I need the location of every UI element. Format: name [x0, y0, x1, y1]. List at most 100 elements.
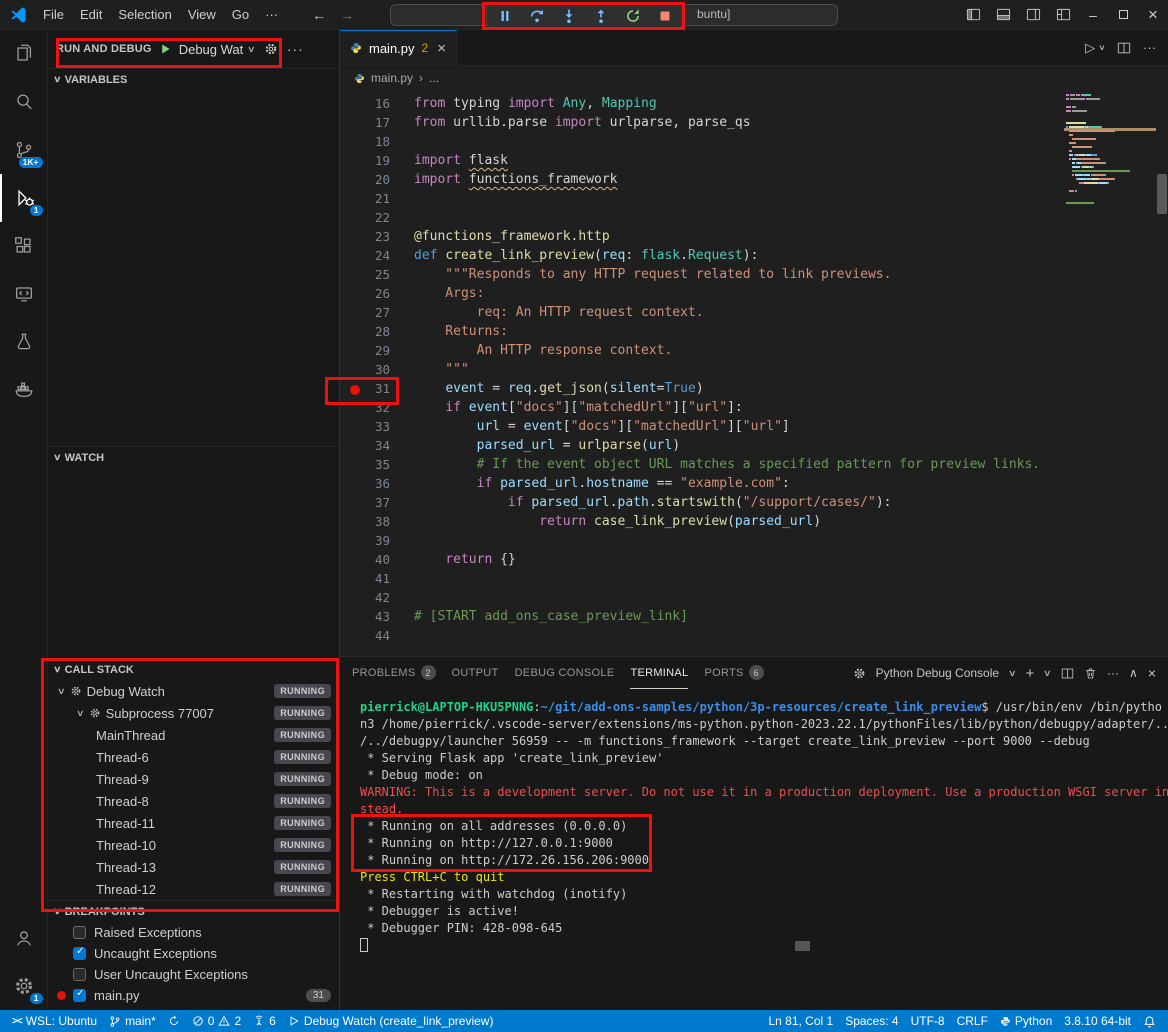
menu-[interactable]: ··· — [257, 7, 286, 22]
problems-status[interactable]: 0 2 — [186, 1010, 247, 1032]
callstack-row-thread-12[interactable]: Thread-12RUNNING — [48, 878, 339, 900]
gutter-line-30[interactable]: 30 — [340, 362, 404, 378]
gutter-line-43[interactable]: 43 — [340, 609, 404, 625]
settings-gear-icon[interactable]: 1 — [0, 962, 48, 1010]
indentation[interactable]: Spaces: 4 — [839, 1014, 904, 1028]
gutter-line-34[interactable]: 34 — [340, 438, 404, 454]
sidebar-more-icon[interactable]: ··· — [287, 41, 304, 57]
close-button[interactable]: × — [1138, 0, 1168, 29]
encoding[interactable]: UTF-8 — [905, 1014, 951, 1028]
editor-scrollbar-thumb[interactable] — [1157, 174, 1167, 214]
code-line-23[interactable]: 23@functions_framework.http — [340, 227, 1168, 246]
gutter-line-36[interactable]: 36 — [340, 476, 404, 492]
callstack-row-thread-8[interactable]: Thread-8RUNNING — [48, 790, 339, 812]
cursor-position[interactable]: Ln 81, Col 1 — [762, 1014, 839, 1028]
gutter-line-40[interactable]: 40 — [340, 552, 404, 568]
gutter-line-38[interactable]: 38 — [340, 514, 404, 530]
restart-button[interactable] — [618, 5, 648, 27]
panel-more-icon[interactable]: ··· — [1107, 666, 1119, 680]
nav-back-icon[interactable]: ← — [312, 7, 326, 23]
callstack-row-thread-6[interactable]: Thread-6RUNNING — [48, 746, 339, 768]
callstack-row-thread-10[interactable]: Thread-10RUNNING — [48, 834, 339, 856]
code-line-37[interactable]: 37 if parsed_url.path.startswith("/suppo… — [340, 493, 1168, 512]
code-line-31[interactable]: 31 event = req.get_json(silent=True) — [340, 379, 1168, 398]
variables-section-header[interactable]: ∨VARIABLES — [48, 68, 339, 90]
step-into-button[interactable] — [554, 5, 584, 27]
search-icon[interactable] — [0, 78, 48, 126]
gutter-line-27[interactable]: 27 — [340, 305, 404, 321]
explorer-icon[interactable] — [0, 30, 48, 78]
code-line-27[interactable]: 27 req: An HTTP request context. — [340, 303, 1168, 322]
stop-button[interactable] — [650, 5, 680, 27]
checkbox[interactable] — [73, 947, 86, 960]
gutter-line-22[interactable]: 22 — [340, 210, 404, 226]
start-debug-button[interactable] — [159, 42, 172, 56]
gutter-line-23[interactable]: 23 — [340, 229, 404, 245]
menu-file[interactable]: File — [35, 7, 72, 22]
run-and-debug-icon[interactable]: 1 — [0, 174, 48, 222]
gutter-line-39[interactable]: 39 — [340, 533, 404, 549]
step-over-button[interactable] — [522, 5, 552, 27]
code-line-30[interactable]: 30 """ — [340, 360, 1168, 379]
breakpoint-item-raised-exceptions[interactable]: Raised Exceptions — [48, 922, 339, 943]
nav-forward-icon[interactable]: → — [340, 7, 354, 23]
extensions-icon[interactable] — [0, 222, 48, 270]
code-line-26[interactable]: 26 Args: — [340, 284, 1168, 303]
code-line-41[interactable]: 41 — [340, 569, 1168, 588]
callstack-row-mainthread[interactable]: MainThreadRUNNING — [48, 724, 339, 746]
panel-tab-problems[interactable]: PROBLEMS2 — [352, 657, 436, 689]
editor-more-icon[interactable]: ··· — [1143, 40, 1156, 55]
checkbox[interactable] — [73, 968, 86, 981]
code-line-18[interactable]: 18 — [340, 132, 1168, 151]
debug-session-status[interactable]: Debug Watch (create_link_preview) — [282, 1010, 500, 1032]
code-line-39[interactable]: 39 — [340, 531, 1168, 550]
terminal-profile-selector[interactable]: Python Debug Console — [876, 666, 999, 680]
panel-tab-ports[interactable]: PORTS6 — [704, 657, 763, 689]
step-out-button[interactable] — [586, 5, 616, 27]
breakpoint-item-uncaught-exceptions[interactable]: Uncaught Exceptions — [48, 943, 339, 964]
callstack-row-thread-9[interactable]: Thread-9RUNNING — [48, 768, 339, 790]
gutter-line-24[interactable]: 24 — [340, 248, 404, 264]
gutter-line-26[interactable]: 26 — [340, 286, 404, 302]
code-line-25[interactable]: 25 """Responds to any HTTP request relat… — [340, 265, 1168, 284]
breakpoints-section-header[interactable]: ∨BREAKPOINTS — [48, 900, 339, 922]
toggle-sidebar-icon[interactable] — [958, 0, 988, 29]
minimap[interactable] — [1066, 94, 1154, 334]
gutter-line-19[interactable]: 19 — [340, 153, 404, 169]
gutter-line-35[interactable]: 35 — [340, 457, 404, 473]
watch-section-header[interactable]: ∨WATCH — [48, 446, 339, 468]
code-line-44[interactable]: 44 — [340, 626, 1168, 645]
code-line-21[interactable]: 21 — [340, 189, 1168, 208]
gutter-line-44[interactable]: 44 — [340, 628, 404, 644]
minimize-button[interactable]: – — [1078, 0, 1108, 29]
code-line-28[interactable]: 28 Returns: — [340, 322, 1168, 341]
gutter-line-25[interactable]: 25 — [340, 267, 404, 283]
debug-config-dropdown[interactable]: Debug Wat∨ — [179, 42, 255, 57]
eol-sequence[interactable]: CRLF — [951, 1014, 994, 1028]
chevron-down-icon[interactable]: ∨ — [1043, 668, 1052, 679]
terminal-scrollbar-thumb[interactable] — [795, 941, 810, 951]
git-branch[interactable]: main* — [103, 1010, 162, 1032]
callstack-row-thread-13[interactable]: Thread-13RUNNING — [48, 856, 339, 878]
tab-close-icon[interactable]: × — [437, 40, 446, 57]
close-panel-icon[interactable]: × — [1148, 665, 1156, 681]
gutter-line-41[interactable]: 41 — [340, 571, 404, 587]
toggle-secondary-sidebar-icon[interactable] — [1018, 0, 1048, 29]
menu-edit[interactable]: Edit — [72, 7, 110, 22]
run-python-file-button[interactable]: ▷ — [1085, 40, 1095, 56]
kill-terminal-icon[interactable] — [1084, 667, 1097, 680]
panel-tab-output[interactable]: OUTPUT — [452, 657, 499, 689]
code-line-19[interactable]: 19import flask — [340, 151, 1168, 170]
gutter-line-20[interactable]: 20 — [340, 172, 404, 188]
code-line-42[interactable]: 42 — [340, 588, 1168, 607]
docker-icon[interactable] — [0, 366, 48, 414]
breadcrumb[interactable]: main.py › ... — [340, 66, 1168, 90]
breakpoint-item-main.py[interactable]: main.py31 — [48, 985, 339, 1006]
panel-tab-terminal[interactable]: TERMINAL — [630, 657, 688, 689]
menu-go[interactable]: Go — [224, 7, 257, 22]
code-line-38[interactable]: 38 return case_link_preview(parsed_url) — [340, 512, 1168, 531]
remote-indicator[interactable]: ><WSL: Ubuntu — [6, 1010, 103, 1032]
sync-button[interactable] — [162, 1010, 186, 1032]
toggle-panel-icon[interactable] — [988, 0, 1018, 29]
callstack-row-subprocess-77007[interactable]: ∨Subprocess 77007RUNNING — [48, 702, 339, 724]
